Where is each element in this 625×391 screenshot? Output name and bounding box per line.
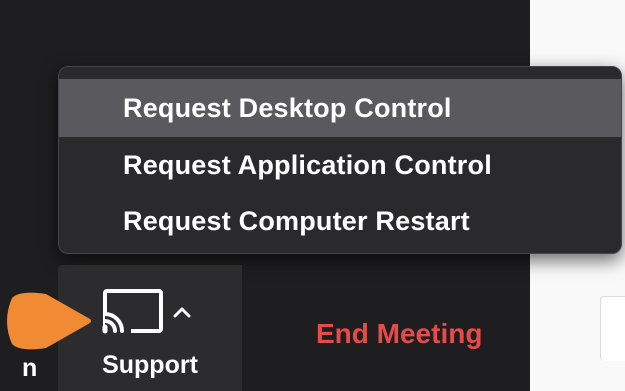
menu-item-request-computer-restart[interactable]: Request Computer Restart xyxy=(59,193,621,249)
support-popup-menu: Request Desktop Control Request Applicat… xyxy=(58,66,622,254)
menu-item-request-application-control[interactable]: Request Application Control xyxy=(59,137,621,193)
partial-toolbar-label: n xyxy=(22,354,38,382)
support-label: Support xyxy=(102,351,198,379)
callout-pointer-icon xyxy=(7,292,91,350)
screen-share-icon xyxy=(102,289,163,334)
end-meeting-button[interactable]: End Meeting xyxy=(316,318,482,350)
caret-up-icon[interactable] xyxy=(172,306,192,318)
menu-item-label: Request Computer Restart xyxy=(123,205,470,236)
menu-item-request-desktop-control[interactable]: Request Desktop Control xyxy=(59,79,621,137)
right-edge-button[interactable] xyxy=(600,296,625,361)
menu-item-label: Request Desktop Control xyxy=(123,92,452,123)
menu-item-label: Request Application Control xyxy=(123,149,492,180)
